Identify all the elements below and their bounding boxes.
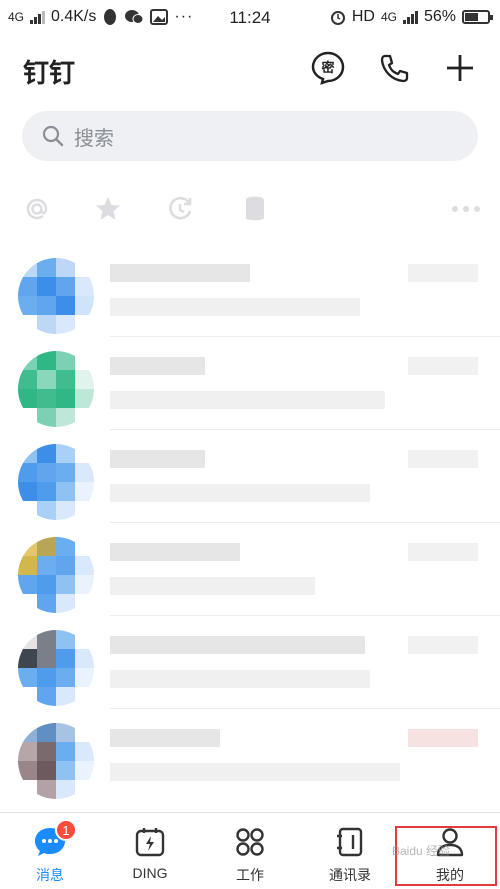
blurred-time (408, 450, 478, 468)
tab-label: 工作 (236, 867, 264, 883)
conversation-item[interactable] (0, 709, 500, 802)
secret-chat-glyph: 密 (320, 60, 334, 76)
cylinder-icon[interactable] (240, 194, 270, 224)
secret-chat-icon: 密 (311, 51, 345, 85)
avatar (18, 444, 94, 520)
tab-label: DING (132, 865, 168, 881)
blurred-preview (110, 298, 360, 316)
tab-label: 消息 (36, 867, 64, 883)
avatar (18, 351, 94, 427)
secret-chat-button[interactable]: 密 (308, 48, 348, 88)
blurred-time (408, 357, 478, 375)
network-type-2: 4G (380, 10, 397, 24)
ding-bolt-icon (133, 825, 167, 859)
avatar (18, 723, 94, 799)
avatar (18, 258, 94, 334)
profile-person-icon (433, 825, 467, 859)
conversation-item[interactable] (0, 430, 500, 523)
tab-label: 我的 (436, 867, 464, 883)
blurred-preview (110, 484, 370, 502)
history-icon[interactable] (165, 194, 195, 224)
tab-label: 通讯录 (329, 867, 371, 883)
tab-contacts[interactable]: 通讯录 (300, 813, 400, 889)
conversation-list (0, 244, 500, 802)
more-icon[interactable] (448, 194, 484, 224)
call-button[interactable] (374, 48, 414, 88)
unread-badge: 1 (55, 819, 77, 841)
tab-messages[interactable]: 1 消息 (0, 813, 100, 889)
alarm-icon (330, 11, 345, 25)
avatar (18, 537, 94, 613)
status-right: HD 4G 56% (330, 8, 493, 26)
blurred-time (408, 264, 478, 282)
tab-work[interactable]: 工作 (200, 813, 300, 889)
blurred-title (110, 729, 220, 747)
conversation-item[interactable] (0, 337, 500, 430)
star-icon[interactable] (93, 194, 123, 224)
hd-indicator: HD (351, 8, 375, 25)
status-bar: 4G 0.4K/s ··· 11:24 HD 4G 56% (0, 0, 500, 36)
battery-percent: 56% (423, 8, 456, 25)
conversation-item[interactable] (0, 523, 500, 616)
signal-icon-2 (402, 10, 418, 24)
bottom-nav: 1 消息 DING 工作 通讯录 我的 (0, 812, 500, 889)
battery-icon (462, 10, 493, 24)
app-header: 钉钉 密 (0, 44, 500, 94)
blurred-preview (110, 577, 315, 595)
conversation-item[interactable] (0, 244, 500, 337)
blurred-preview (110, 391, 385, 409)
chat-bubble-icon: 1 (33, 819, 77, 859)
blurred-title (110, 264, 250, 282)
blurred-title (110, 450, 205, 468)
at-icon[interactable] (22, 194, 52, 224)
page-title: 钉钉 (23, 58, 76, 88)
blurred-title (110, 636, 365, 654)
tab-ding[interactable]: DING (100, 813, 200, 889)
work-grid-icon (233, 825, 267, 859)
search-bar[interactable]: 搜索 (22, 111, 478, 161)
phone-icon (380, 54, 409, 83)
contacts-book-icon (333, 825, 367, 859)
plus-icon (447, 55, 473, 81)
blurred-time (408, 729, 478, 747)
add-button[interactable] (440, 48, 480, 88)
conversation-item[interactable] (0, 616, 500, 709)
tab-me[interactable]: 我的 (400, 813, 500, 889)
blurred-title (110, 357, 205, 375)
blurred-title (110, 543, 240, 561)
blurred-time (408, 543, 478, 561)
avatar (18, 630, 94, 706)
quick-filter-bar (0, 190, 500, 226)
blurred-time (408, 636, 478, 654)
search-icon (42, 125, 64, 147)
blurred-preview (110, 763, 400, 781)
search-placeholder: 搜索 (74, 127, 114, 150)
blurred-preview (110, 670, 370, 688)
